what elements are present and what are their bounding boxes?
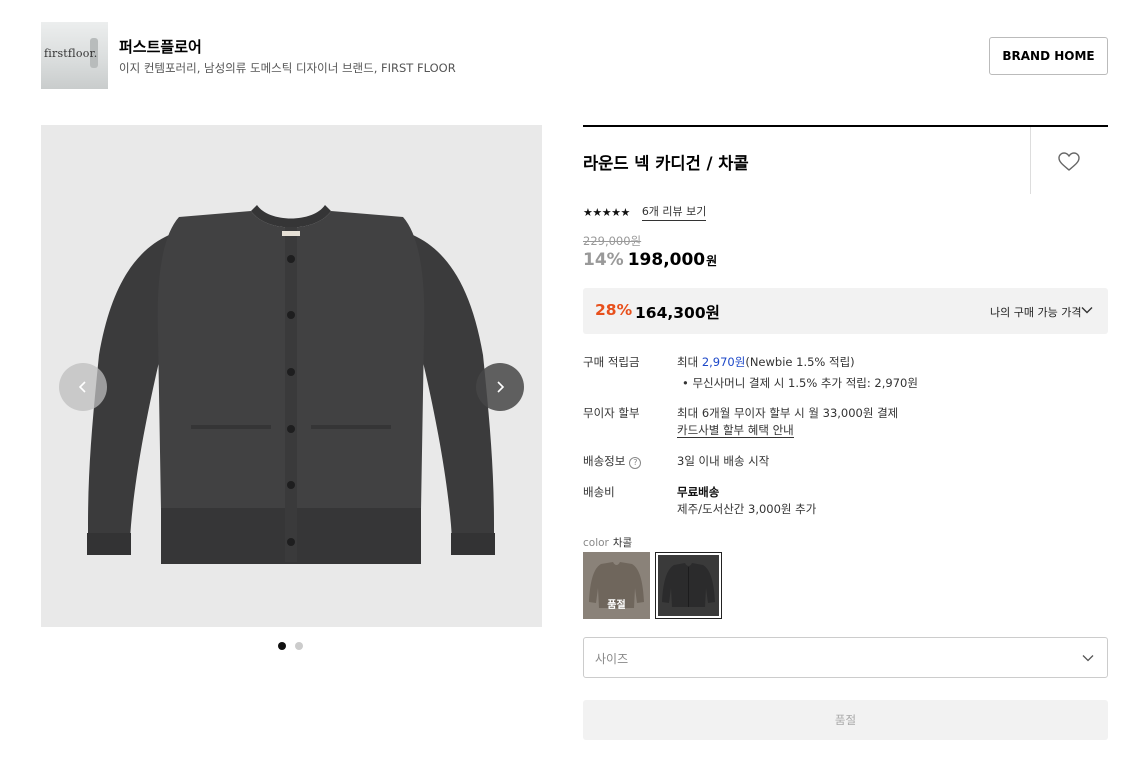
brand-name[interactable]: 퍼스트플로어 bbox=[119, 36, 202, 57]
rating-stars: ★★★★★ bbox=[583, 205, 630, 219]
charcoal-swatch-bg bbox=[658, 555, 719, 616]
gallery-dot-2[interactable] bbox=[295, 642, 303, 650]
color-selected: 차콜 bbox=[612, 537, 633, 549]
shipping-fee-label: 배송비 bbox=[583, 485, 615, 499]
charcoal-cardigan-thumb bbox=[662, 563, 715, 607]
installment-link[interactable]: 카드사별 할부 혜택 안내 bbox=[677, 422, 794, 438]
soldout-badge: 품절 bbox=[607, 600, 626, 611]
help-icon[interactable]: ? bbox=[629, 457, 642, 469]
brand-home-button[interactable]: BRAND HOME bbox=[989, 37, 1108, 75]
chevron-right-icon bbox=[497, 381, 505, 393]
my-price-box[interactable]: 28% 164,300원 나의 구매 가능 가격 bbox=[583, 288, 1108, 334]
sale-price-row: 14% 198,000 원 bbox=[583, 250, 717, 270]
gallery-prev-button[interactable] bbox=[59, 363, 107, 411]
shipping-fee-sub: 제주/도서산간 3,000원 추가 bbox=[677, 502, 817, 516]
installment-label: 무이자 할부 bbox=[583, 406, 640, 420]
color-option-label: color 차콜 bbox=[583, 535, 632, 550]
sale-price-unit: 원 bbox=[706, 254, 718, 268]
soldout-button: 품절 bbox=[583, 700, 1108, 740]
my-price-label: 나의 구매 가능 가격 bbox=[990, 306, 1082, 319]
heart-icon bbox=[1058, 152, 1080, 171]
original-price: 229,000원 bbox=[583, 234, 642, 248]
delivery-label-text: 배송정보 bbox=[583, 454, 626, 468]
discount-rate: 14% bbox=[583, 250, 624, 270]
cardigan-image bbox=[87, 205, 495, 564]
points-value: 최대 2,970원(Newbie 1.5% 적립) bbox=[677, 354, 855, 370]
installment-link-text[interactable]: 카드사별 할부 혜택 안내 bbox=[677, 423, 794, 438]
points-suffix: (Newbie 1.5% 적립) bbox=[745, 355, 855, 369]
gallery-dot-1[interactable] bbox=[278, 642, 286, 650]
chevron-down-icon bbox=[1081, 307, 1093, 314]
points-prefix: 최대 bbox=[677, 355, 702, 369]
title-vertical-divider bbox=[1030, 127, 1031, 194]
points-label: 구매 적립금 bbox=[583, 355, 640, 369]
sale-price: 198,000 bbox=[627, 250, 706, 270]
size-select-placeholder: 사이즈 bbox=[595, 652, 629, 666]
size-select[interactable]: 사이즈 bbox=[583, 637, 1108, 678]
wishlist-button[interactable] bbox=[1057, 150, 1081, 174]
my-price: 164,300원 bbox=[635, 304, 720, 322]
brand-description: 이지 컨템포러리, 남성의류 도메스틱 디자이너 브랜드, FIRST FLOO… bbox=[119, 61, 456, 75]
points-amount: 2,970원 bbox=[701, 355, 746, 369]
chevron-left-icon bbox=[78, 381, 86, 393]
gallery-next-button[interactable] bbox=[476, 363, 524, 411]
color-label-text: color bbox=[583, 537, 609, 549]
brand-logo[interactable]: firstfloor. bbox=[41, 22, 108, 89]
points-sub: • 무신사머니 결제 시 1.5% 추가 적립: 2,970원 bbox=[682, 376, 918, 390]
shipping-fee-value: 무료배송 bbox=[677, 485, 720, 499]
product-image bbox=[41, 125, 542, 627]
brand-logo-text: firstfloor. bbox=[44, 47, 98, 60]
chevron-down-icon bbox=[1082, 655, 1094, 662]
rating-row: ★★★★★ 6개 리뷰 보기 bbox=[583, 203, 707, 221]
color-swatch-charcoal[interactable] bbox=[655, 552, 722, 619]
color-swatch-brown[interactable]: 품절 bbox=[583, 552, 650, 619]
gallery-pagination bbox=[278, 642, 303, 650]
review-link[interactable]: 6개 리뷰 보기 bbox=[641, 203, 707, 221]
delivery-value: 3일 이내 배송 시작 bbox=[677, 454, 770, 468]
installment-value: 최대 6개월 무이자 할부 시 월 33,000원 결제 bbox=[677, 406, 899, 420]
my-discount-rate: 28% bbox=[595, 301, 633, 319]
delivery-label: 배송정보? bbox=[583, 453, 642, 469]
product-title: 라운드 넥 카디건 / 차콜 bbox=[583, 154, 749, 173]
